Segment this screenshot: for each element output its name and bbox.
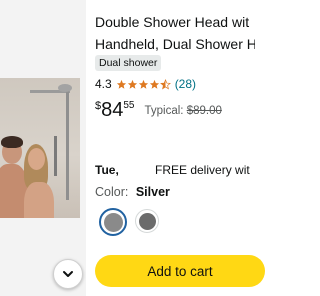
delivery-day: Tue, [95, 163, 119, 177]
product-photo[interactable] [0, 78, 80, 218]
star-icon [138, 79, 148, 89]
delivery-info: Tue, FREE delivery wit [95, 163, 255, 179]
color-swatch-silver[interactable] [99, 208, 127, 236]
chevron-down-icon [63, 271, 73, 277]
typical-price-label: Typical: [144, 105, 184, 117]
typical-price: Typical: $89.00 [145, 105, 222, 117]
star-icon [149, 79, 159, 89]
review-count[interactable]: (28) [175, 77, 196, 91]
color-label: Color: [95, 185, 129, 199]
price: $ 84 55 Typical: $89.00 [95, 97, 222, 125]
price-cents: 55 [123, 100, 135, 111]
rating-value: 4.3 [95, 77, 112, 91]
swatch-fill [138, 212, 156, 230]
star-icon [116, 79, 126, 89]
star-icon [127, 79, 137, 89]
keyword-badge: Dual shower [95, 55, 162, 71]
product-image-panel[interactable] [0, 0, 86, 296]
color-selector: Color: Silver [95, 185, 170, 199]
delivery-text: FREE delivery wit [155, 163, 250, 177]
rating-stars[interactable] [116, 78, 171, 90]
color-swatch-dark[interactable] [135, 209, 159, 233]
swatch-fill [103, 212, 123, 232]
color-value: Silver [135, 185, 170, 199]
product-title-line1[interactable]: Double Shower Head wit [95, 11, 255, 33]
star-half-icon [159, 78, 171, 89]
rating-row[interactable]: 4.3 (28) [95, 76, 196, 92]
expand-button[interactable] [53, 259, 83, 289]
typical-price-value: $89.00 [186, 105, 222, 117]
price-dollars: 84 [101, 99, 124, 121]
product-title[interactable]: Double Shower Head wit Handheld, Dual Sh… [95, 11, 255, 55]
add-to-cart-button[interactable]: Add to cart [95, 255, 265, 287]
product-title-line2[interactable]: Handheld, Dual Shower H [95, 33, 255, 55]
